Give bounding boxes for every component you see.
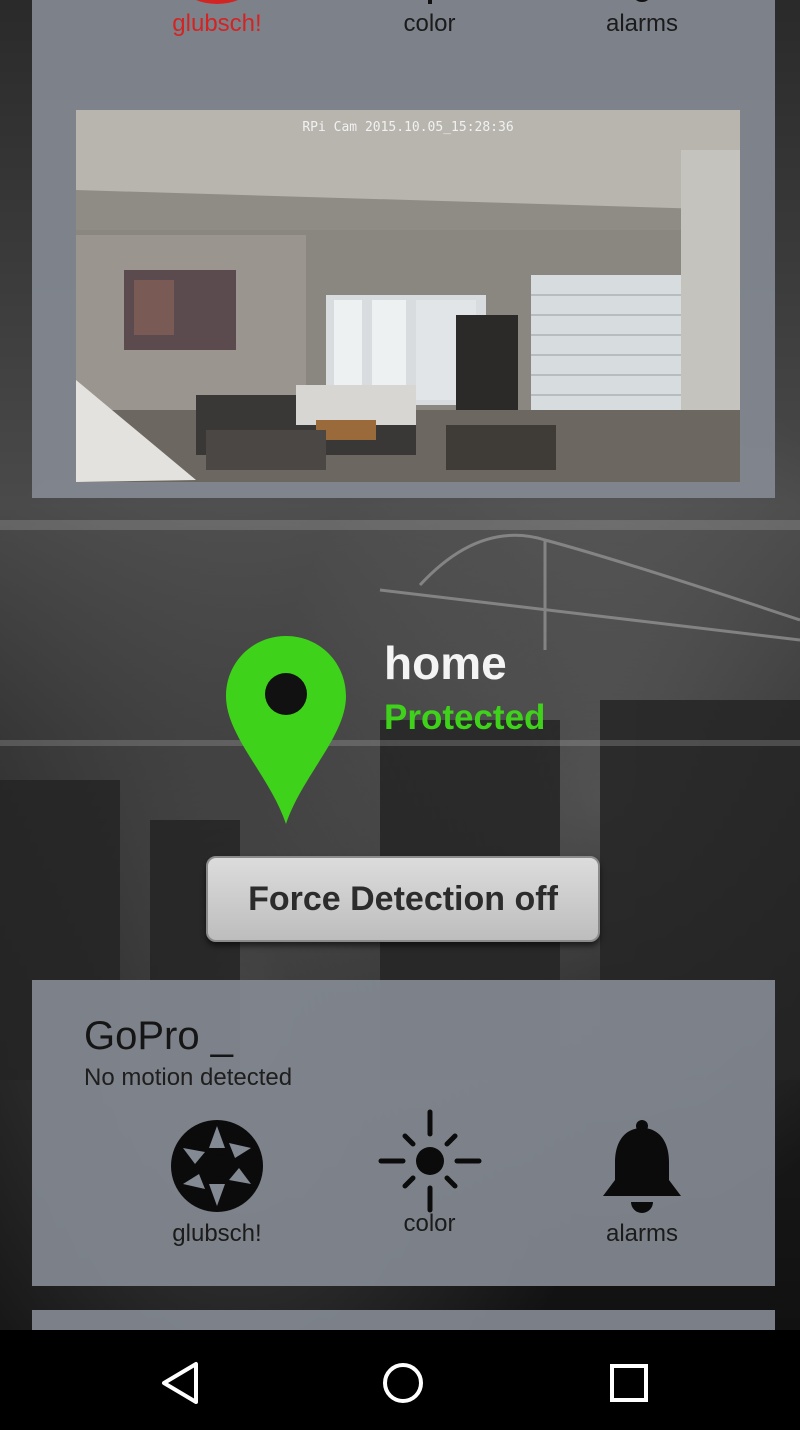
- alarms-action[interactable]: alarms: [577, 1118, 707, 1248]
- back-icon[interactable]: [156, 1358, 206, 1408]
- color-label: color: [403, 10, 456, 37]
- device-card: GoPro _ No motion detected glubsch! colo…: [32, 980, 775, 1286]
- camera-timestamp: RPi Cam 2015.10.05_15:28:36: [302, 120, 514, 135]
- camera-feed[interactable]: RPi Cam 2015.10.05_15:28:36: [76, 110, 740, 482]
- device-status: No motion detected: [84, 1064, 293, 1091]
- location-name: home: [384, 637, 507, 689]
- camera-image: [76, 110, 740, 482]
- protection-status: Protected: [384, 698, 546, 737]
- brightness-icon: [427, 0, 432, 4]
- location-status: home Protected: [226, 636, 646, 826]
- force-detection-off-button[interactable]: Force Detection off: [206, 856, 600, 942]
- snapshot-action[interactable]: glubsch!: [152, 0, 282, 38]
- alarms-action[interactable]: alarms: [577, 0, 707, 38]
- alarms-label: alarms: [605, 10, 678, 37]
- color-action[interactable]: color: [365, 1109, 495, 1248]
- shutter-icon: [196, 0, 238, 4]
- home-icon[interactable]: [378, 1358, 428, 1408]
- bell-icon: [636, 0, 648, 2]
- next-device-card: [32, 1310, 775, 1330]
- recents-icon[interactable]: [604, 1358, 654, 1408]
- bell-icon: [603, 1120, 681, 1213]
- snapshot-action[interactable]: glubsch!: [152, 1118, 282, 1248]
- device-name: GoPro _: [84, 1014, 233, 1058]
- snapshot-label: glubsch!: [172, 1220, 262, 1247]
- navigation-bar: [0, 1330, 800, 1430]
- alarms-label: alarms: [605, 1220, 678, 1247]
- shutter-icon: [171, 1120, 263, 1212]
- color-label: color: [403, 1210, 456, 1237]
- brightness-icon: [378, 1109, 481, 1213]
- location-pin-icon: [226, 636, 346, 824]
- camera-actions: glubsch! color alarms: [152, 0, 707, 38]
- device-actions: glubsch! color alarms: [152, 1109, 707, 1248]
- snapshot-label: glubsch!: [172, 10, 262, 37]
- color-action[interactable]: color: [365, 0, 495, 38]
